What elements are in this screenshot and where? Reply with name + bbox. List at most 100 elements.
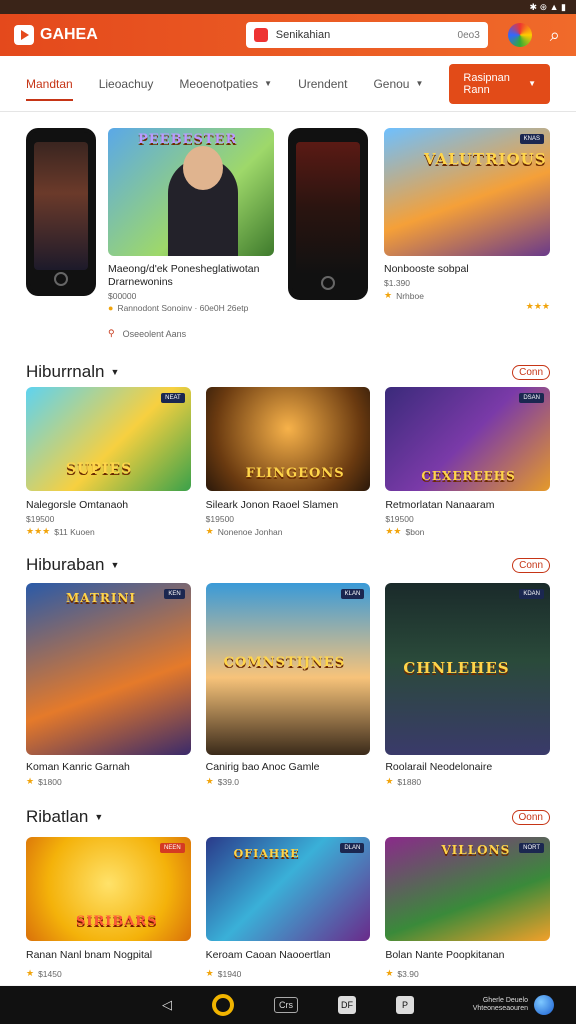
card-badge: KNAS [519,134,544,144]
chevron-down-icon: ▼ [528,79,536,88]
game-thumbnail: DSAN CEXEREEHS [385,387,551,491]
card-price: $19500 [26,514,55,525]
game-card[interactable]: KLAN COMNSTIJNES Canirig bao Anoc Gamle … [205,583,371,787]
see-more-link[interactable]: Conn [512,364,550,380]
section-title-text: Hiburaban [26,555,105,574]
featured-card[interactable] [288,128,368,300]
card-rating: ★★★ [525,301,550,312]
game-card[interactable]: NEAT SUPIES Nalegorsle Omtanaoh $19500 ★… [26,387,191,537]
game-card[interactable]: FLINGEONS Sileark Jonon Raoel Slamen $19… [205,387,371,537]
card-title: Retmorlatan Nanaaram [385,499,495,511]
home-icon[interactable] [212,994,234,1016]
card-title: Roolarail Neodelonaire [385,761,493,773]
recents-button[interactable]: Crs [274,997,298,1013]
card-title: Sileark Jonon Raoel Slamen [205,499,339,511]
featured-card[interactable]: PEEBESTER Maeong/d'ek Ponesheglatiwotan … [108,128,274,313]
star-icon: ★ [205,776,214,787]
app-tile-icon[interactable]: DF [338,996,356,1014]
card-price: $1940 [217,968,242,979]
featured-card[interactable]: KNAS VALUTRIOUS Nonbooste sobpal $1.390 … [384,128,550,312]
pin-icon: ⚲ [108,328,115,338]
section-title[interactable]: Hiburrnaln ▼ [26,362,119,382]
star-icon: ★★ [385,526,402,537]
thumbnail-title: FLINGEONS [245,466,345,481]
system-nav-bar: ◁ Crs DF P Gherle Deuelo Vhteoneseaouren [0,986,576,1024]
app-tile-icon[interactable]: P [396,996,414,1014]
section-hiburaban: Hiburaban ▼ Conn KEN MATRINI Koman Kanric… [0,547,576,797]
thumbnail-title: VILLONS [441,843,511,857]
card-title: Ranan Nanl bnam Nogpital [26,949,153,961]
card-price: $3.90 [397,968,419,979]
card-badge: DLAN [340,843,365,853]
featured-card[interactable] [26,128,96,296]
featured-carousel: PEEBESTER Maeong/d'ek Ponesheglatiwotan … [0,112,576,357]
game-thumbnail: KDAN CHNLEHES [385,583,551,755]
tab-meoenotpaties[interactable]: Meoenotpaties ▼ [179,67,272,101]
game-card[interactable]: DLAN OFIAHRE Keroam Caoan Naooertlan ★ $1… [205,837,371,979]
game-thumbnail: KEN MATRINI [26,583,191,755]
game-card[interactable]: DSAN CEXEREEHS Retmorlatan Nanaaram $195… [385,387,551,537]
chevron-down-icon: ▼ [415,79,424,88]
chevron-down-icon: ▼ [110,367,120,377]
star-icon: ★ [26,968,35,979]
section-title-text: Ribatlan [26,807,89,826]
app-logo[interactable]: GAHEA [14,25,98,45]
tab-lieoachuy[interactable]: Lieoachuy [99,67,154,101]
see-more-link[interactable]: Conn [512,557,550,573]
brand-line: Vhteoneseaouren [472,1005,528,1012]
chevron-down-icon: ▼ [264,79,273,88]
star-icon: ● [108,303,114,314]
star-icon: ★ [205,526,214,537]
card-price: $1800 [38,776,62,787]
thumbnail-title: SIRIBARS [76,914,158,929]
section-ribatlan: Ribatlan ▼ Oonn NEEN SIRIBARS Ranan Nanl … [0,797,576,985]
game-card[interactable]: KEN MATRINI Koman Kanric Garnah ★ $1800 [26,583,191,787]
brand-line: Gherle Deuelo [482,997,528,1005]
thumbnail-title: VALUTRIOUS [424,150,547,168]
search-input[interactable]: Senikahian 0eo3 [245,22,488,48]
search-value: Senikahian [275,29,331,41]
tab-urendent[interactable]: Urendent [298,67,347,101]
section-hiburrnaln: Hiburrnaln ▼ Conn NEAT SUPIES Nalegorsle … [0,357,576,547]
tab-mandtan[interactable]: Mandtan [26,67,73,101]
featured-footer-text: Oseeolent Aans [122,328,187,339]
phone-thumbnail [288,128,368,300]
see-more-link[interactable]: Oonn [511,809,550,825]
tab-genou[interactable]: Genou ▼ [373,67,423,101]
search-icon[interactable]: ⌕ [550,25,560,46]
game-card[interactable]: NORT VILLONS Bolan Nante Poopkitanan ★ $3… [385,837,551,979]
app-switcher-icon[interactable] [507,23,532,47]
logo-text: GAHEA [40,26,98,43]
card-badge: KDAN [519,589,545,599]
phone-thumbnail [26,128,96,296]
back-icon[interactable]: ◁ [162,997,172,1013]
thumbnail-title: CEXEREEHS [421,469,516,483]
game-thumbnail: KLAN COMNSTIJNES [205,583,371,755]
card-price: $1450 [38,968,62,979]
thumbnail-title: OFIAHRE [233,847,300,860]
star-icon: ★ [26,776,35,787]
card-title: Nalegorsle Omtanaoh [26,499,129,511]
section-title[interactable]: Hiburaban ▼ [26,555,119,575]
card-price: $1880 [397,776,422,787]
card-price: $19500 [385,514,414,525]
cta-button[interactable]: Rasipnan Rann ▼ [449,63,550,104]
card-badge: KLAN [340,589,365,599]
featured-footer[interactable]: ⚲ Oseeolent Aans [108,328,186,339]
card-meta: $bon [405,526,425,537]
game-thumbnail: DLAN OFIAHRE [205,837,371,941]
card-title: Canirig bao Anoc Gamle [205,761,320,773]
category-tabs: Mandtan Lieoachuy Meoenotpaties ▼ Urenden… [0,56,576,112]
game-card[interactable]: NEEN SIRIBARS Ranan Nanl bnam Nogpital ★… [26,837,191,979]
card-price: $1.390 [384,278,410,289]
game-thumbnail: PEEBESTER [108,128,274,256]
section-title[interactable]: Ribatlan ▼ [26,807,103,827]
game-thumbnail: FLINGEONS [205,387,371,491]
thumbnail-title: COMNSTIJNES [223,655,346,670]
star-icon: ★ [205,968,214,979]
card-title: Keroam Caoan Naooertlan [205,949,331,961]
game-card[interactable]: KDAN CHNLEHES Roolarail Neodelonaire ★ $1… [385,583,551,787]
tab-label: Mandtan [26,76,73,91]
star-icon: ★ [385,776,394,787]
chevron-down-icon: ▼ [110,560,120,570]
